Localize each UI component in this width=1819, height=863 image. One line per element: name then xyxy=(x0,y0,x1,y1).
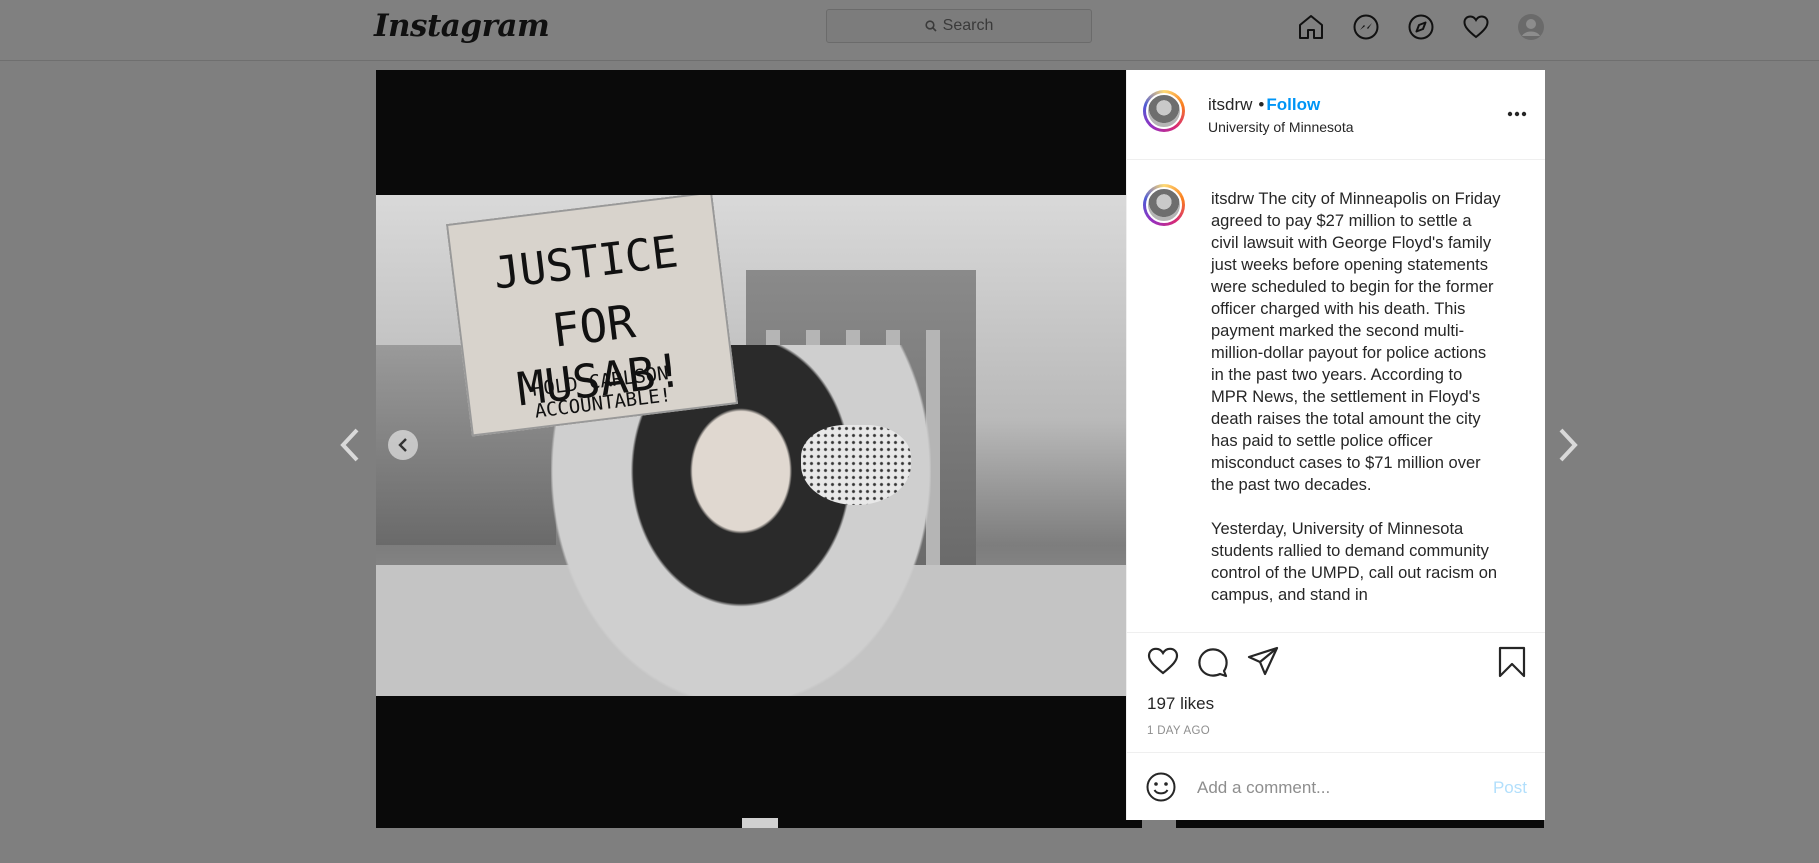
post-comment-button[interactable]: Post xyxy=(1493,778,1527,798)
instagram-logo[interactable]: Instagram xyxy=(374,8,550,44)
follow-button[interactable]: Follow xyxy=(1266,95,1320,114)
previous-post-arrow-icon[interactable] xyxy=(334,425,366,465)
emoji-icon[interactable] xyxy=(1145,771,1177,808)
likes-count[interactable]: 197 likes xyxy=(1147,694,1214,714)
actions-section: 197 likes 1 DAY AGO Add a comment... Pos… xyxy=(1127,632,1545,821)
like-heart-icon[interactable] xyxy=(1147,646,1179,681)
location-link[interactable]: University of Minnesota xyxy=(1208,119,1354,135)
user-avatar[interactable] xyxy=(1143,90,1185,132)
search-box[interactable]: Search xyxy=(826,9,1092,43)
caption-body: The city of Minneapolis on Friday agreed… xyxy=(1211,190,1501,604)
username-link[interactable]: itsdrw xyxy=(1208,95,1252,114)
profile-avatar[interactable] xyxy=(1514,10,1548,44)
heart-icon[interactable] xyxy=(1459,10,1493,44)
separator: • xyxy=(1258,95,1265,114)
explore-icon[interactable] xyxy=(1404,10,1438,44)
caption-username[interactable]: itsdrw xyxy=(1211,190,1254,208)
home-icon[interactable] xyxy=(1294,10,1328,44)
caption-text: itsdrw The city of Minneapolis on Friday… xyxy=(1211,188,1501,606)
save-bookmark-icon[interactable] xyxy=(1497,646,1527,683)
comment-box: Add a comment... Post xyxy=(1127,752,1545,822)
carousel-prev-icon[interactable] xyxy=(388,430,418,460)
search-placeholder: Search xyxy=(942,17,994,34)
face-mask xyxy=(801,425,911,505)
post-author: itsdrw • Follow xyxy=(1208,95,1320,115)
top-navigation: Instagram Search xyxy=(0,0,1819,61)
next-post-arrow-icon[interactable] xyxy=(1552,425,1584,465)
share-icon[interactable] xyxy=(1247,646,1279,681)
caption-area[interactable]: itsdrw The city of Minneapolis on Friday… xyxy=(1127,160,1545,632)
nav-icons xyxy=(1294,10,1548,44)
more-options-icon[interactable] xyxy=(1507,104,1527,122)
post-timestamp[interactable]: 1 DAY AGO xyxy=(1147,725,1210,737)
protest-sign: JUSTICE FOR MUSAB! HOLD CARLSON ACCOUNTA… xyxy=(445,195,739,437)
comment-icon[interactable] xyxy=(1197,646,1229,683)
comment-input[interactable]: Add a comment... xyxy=(1197,778,1330,798)
messenger-icon[interactable] xyxy=(1349,10,1383,44)
post-panel: itsdrw • Follow University of Minnesota it… xyxy=(1126,70,1545,820)
post-header: itsdrw • Follow University of Minnesota xyxy=(1127,70,1545,160)
post-photo: JUSTICE FOR MUSAB! HOLD CARLSON ACCOUNTA… xyxy=(376,195,1126,696)
caption-avatar[interactable] xyxy=(1143,184,1185,226)
post-media: JUSTICE FOR MUSAB! HOLD CARLSON ACCOUNTA… xyxy=(376,70,1126,828)
search-icon xyxy=(925,20,937,32)
